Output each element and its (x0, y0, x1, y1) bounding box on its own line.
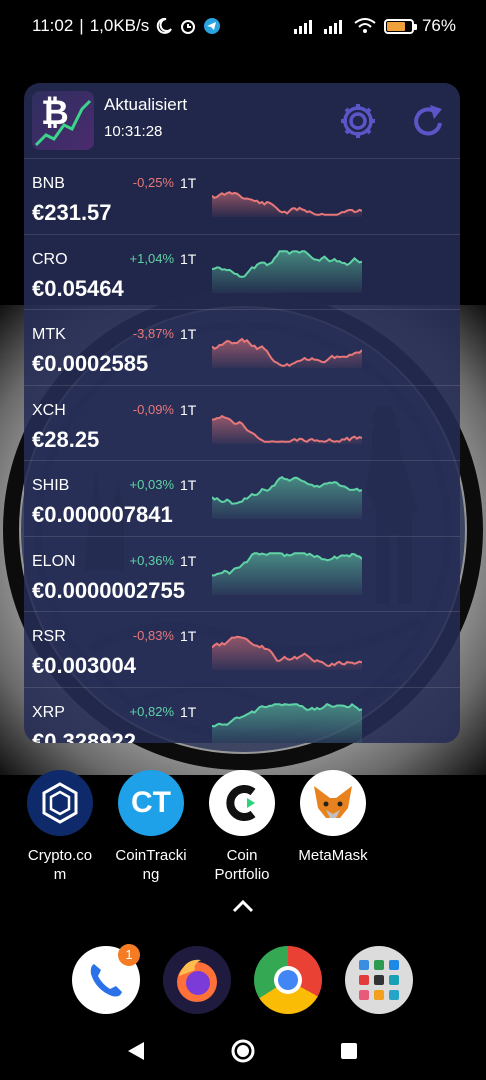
refresh-icon[interactable] (408, 101, 448, 141)
chrome-icon[interactable] (254, 946, 322, 1014)
time-period: 1T (180, 628, 197, 644)
coin-price: €0.003004 (32, 653, 136, 678)
widget-header: ₿ Aktualisiert 10:31:28 (24, 83, 460, 158)
telegram-icon (204, 18, 221, 34)
price-change: +1,04% (129, 250, 174, 266)
updated-label: Aktualisiert (104, 95, 188, 114)
coin-symbol: BNB (32, 175, 65, 192)
sparkline-area (212, 703, 362, 743)
battery-percent: 76% (421, 16, 456, 35)
sparkline-area (212, 552, 362, 595)
price-change: -0,83% (132, 628, 174, 643)
app-label: Crypto.co m (27, 847, 93, 883)
coin-row-rsr[interactable]: RSR -0,83% 1T €0.003004 (24, 611, 460, 686)
alarm-icon (181, 20, 196, 34)
coin-price: €0.05464 (32, 275, 124, 301)
sparkline-chart (212, 551, 362, 595)
sparkline-area (212, 636, 362, 670)
coin-row-xrp[interactable]: XRP +0,82% 1T €0.328922 (24, 686, 460, 744)
coin-row-mtk[interactable]: MTK -3,87% 1T €0.0002585 (24, 309, 460, 384)
updated-time: 10:31:28 (104, 123, 163, 140)
coin-symbol: XCH (32, 401, 66, 419)
bitcoin-icon[interactable]: ₿ (32, 91, 94, 150)
recents-icon[interactable] (340, 1042, 358, 1060)
folder-icon[interactable] (345, 946, 413, 1014)
app-metamask[interactable]: MetaMask (285, 770, 381, 865)
time-period: 1T (180, 552, 197, 569)
signal-icon-2 (323, 20, 342, 34)
price-change: +0,82% (129, 703, 174, 719)
coin-row-elon[interactable]: ELON +0,36% 1T €0.0000002755 (24, 535, 460, 611)
moon-icon (156, 17, 173, 34)
signal-icon (293, 20, 312, 34)
sparkline-chart (212, 702, 362, 743)
coin-portfolio-icon (209, 770, 275, 836)
coin-price: €0.0002585 (32, 351, 149, 376)
app-coin-portfolio[interactable]: Coin Portfolio (194, 770, 290, 884)
coin-row-cro[interactable]: CRO +1,04% 1T €0.05464 (24, 233, 460, 309)
coin-row-bnb[interactable]: BNB -0,25% 1T €231.57 (24, 158, 460, 233)
coin-price: €0.328922 (32, 728, 136, 744)
price-change: -0,09% (132, 401, 174, 417)
coin-price: €0.000007841 (32, 502, 173, 527)
coin-symbol: SHIB (32, 477, 70, 494)
price-change: +0,36% (129, 552, 174, 568)
sparkline-chart (212, 476, 362, 519)
sparkline-area (212, 477, 362, 519)
time-period: 1T (180, 401, 197, 418)
coin-symbol: CRO (32, 250, 68, 268)
clock: 11:02 (32, 16, 74, 35)
coin-price: €0.0000002755 (32, 577, 185, 603)
price-change: -0,25% (132, 175, 174, 190)
battery-icon (383, 18, 417, 34)
price-change: -3,87% (132, 326, 174, 341)
coin-price: €28.25 (32, 426, 100, 452)
time-period: 1T (180, 477, 197, 493)
status-bar: 11:02 | 1,0KB/s 76% (32, 16, 456, 35)
time-period: 1T (180, 175, 197, 191)
app-crypto-com[interactable]: Crypto.co m (12, 770, 108, 884)
coin-price: €231.57 (32, 200, 112, 225)
sparkline-area (212, 250, 362, 293)
sparkline-chart (212, 337, 362, 368)
coin-symbol: XRP (32, 703, 65, 721)
app-cointracking[interactable]: CT CoinTracki ng (103, 770, 199, 884)
app-label: CoinTracki ng (115, 847, 187, 883)
chevron-up-icon[interactable] (230, 896, 256, 916)
crypto-com-icon (27, 770, 93, 836)
sparkline-chart (212, 191, 362, 217)
sparkline-area (212, 415, 362, 444)
coin-symbol: RSR (32, 628, 66, 645)
time-period: 1T (180, 703, 197, 720)
back-icon[interactable] (126, 1040, 146, 1062)
network-speed: 1,0KB/s (89, 16, 150, 35)
crypto-widget[interactable]: ₿ Aktualisiert 10:31:28 BNB -0,25% 1T €231.… (24, 83, 460, 743)
cointracking-icon: CT (118, 770, 184, 836)
time-period: 1T (180, 326, 197, 342)
firefox-icon[interactable] (163, 946, 231, 1014)
metamask-fox-icon (300, 770, 366, 836)
wifi-icon (354, 18, 376, 33)
coin-symbol: MTK (32, 326, 66, 343)
notification-badge: 1 (118, 944, 140, 966)
app-label: Coin Portfolio (214, 847, 270, 883)
app-label: MetaMask (298, 847, 368, 864)
coin-row-xch[interactable]: XCH -0,09% 1T €28.25 (24, 384, 460, 460)
price-change: +0,03% (129, 477, 174, 492)
sparkline-chart (212, 249, 362, 293)
sparkline-chart (212, 635, 362, 670)
time-period: 1T (180, 250, 197, 267)
sparkline-chart (212, 414, 362, 444)
coin-symbol: ELON (32, 552, 76, 570)
home-icon[interactable] (230, 1038, 256, 1064)
navigation-bar (0, 1020, 486, 1080)
gear-icon[interactable] (338, 101, 378, 141)
coin-row-shib[interactable]: SHIB +0,03% 1T €0.000007841 (24, 460, 460, 535)
